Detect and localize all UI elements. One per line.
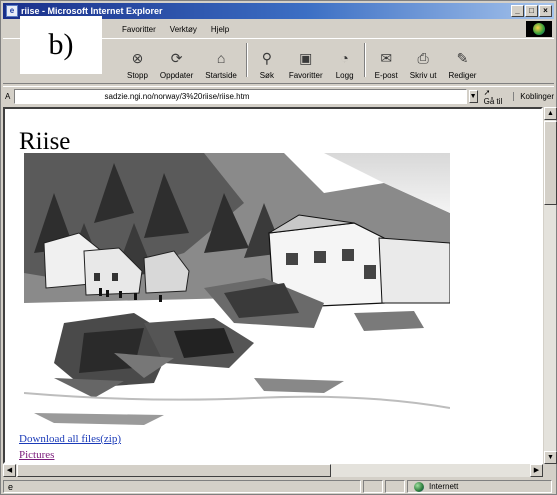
menu-favorites[interactable]: Favoritter (115, 25, 163, 34)
refresh-label: Oppdater (159, 71, 194, 80)
go-label: Gå til (483, 96, 503, 106)
status-lock-cell (385, 480, 405, 493)
window-title: riise - Microsoft Internet Explorer (21, 6, 163, 16)
go-arrow-icon: ➚ (483, 87, 491, 97)
stop-icon: ⊗ (131, 49, 144, 66)
refresh-button[interactable]: ⟳ Oppdater (159, 48, 194, 81)
address-dropdown-button[interactable]: ▼ (468, 90, 478, 103)
scroll-up-button[interactable]: ▲ (544, 107, 557, 120)
pictures-link[interactable]: Pictures (19, 449, 54, 461)
search-button[interactable]: ⚲ Søk (257, 48, 277, 81)
edit-label: Rediger (448, 71, 477, 80)
page-status-icon: e (8, 481, 14, 492)
window-controls: _ □ × (511, 5, 552, 17)
favorites-button[interactable]: ▣ Favoritter (288, 48, 323, 81)
vertical-scrollbar[interactable]: ▲ ▼ (543, 107, 557, 464)
status-progress-cell (363, 480, 383, 493)
refresh-icon: ⟳ (170, 49, 183, 66)
minimize-button[interactable]: _ (511, 5, 524, 17)
mail-label: E-post (374, 71, 398, 80)
ie-throbber-icon (526, 21, 552, 37)
home-button[interactable]: ⌂ Startside (205, 48, 237, 80)
history-button[interactable]: ◔ Logg (335, 48, 355, 80)
go-button[interactable]: ➚ Gå til (484, 88, 504, 106)
search-icon: ⚲ (261, 49, 272, 66)
toolbar-separator (245, 42, 248, 77)
home-label: Startside (205, 71, 237, 80)
mail-button[interactable]: ✉ E-post (374, 48, 398, 81)
horizontal-scrollbar[interactable]: ◀ ▶ (3, 464, 543, 477)
edit-icon: ✎ (456, 49, 469, 66)
address-input[interactable]: sadzie.ngi.no/norway/3%20riise/riise.htm (13, 89, 467, 104)
history-icon: ◔ (340, 50, 349, 66)
toolbar-separator (363, 42, 366, 77)
zone-label: Internett (429, 482, 459, 491)
favorites-label: Favoritter (288, 71, 323, 80)
figure-panel-label: b) (20, 16, 102, 74)
ie-icon: e (6, 5, 18, 17)
browser-window: e riise - Microsoft Internet Explorer _ … (0, 0, 557, 495)
mail-icon: ✉ (380, 49, 393, 66)
print-button[interactable]: ⎙ Skriv ut (409, 48, 437, 81)
scroll-left-button[interactable]: ◀ (3, 464, 16, 477)
maximize-button[interactable]: □ (525, 5, 538, 17)
scroll-down-button[interactable]: ▼ (544, 451, 557, 464)
home-icon: ⌂ (216, 50, 226, 66)
vertical-scroll-thumb[interactable] (544, 121, 557, 205)
close-button[interactable]: × (539, 5, 552, 17)
internet-zone-icon (414, 481, 424, 492)
stop-label: Stopp (127, 71, 148, 80)
menu-tools[interactable]: Verktøy (163, 25, 204, 34)
address-label: A (5, 92, 11, 101)
edit-button[interactable]: ✎ Rediger (448, 48, 477, 81)
address-bar: A sadzie.ngi.no/norway/3%20riise/riise.h… (3, 86, 554, 106)
favorites-icon: ▣ (299, 49, 313, 66)
print-label: Skriv ut (409, 71, 437, 80)
stop-button[interactable]: ⊗ Stopp (127, 48, 148, 81)
print-icon: ⎙ (417, 49, 429, 66)
download-zip-link[interactable]: Download all files(zip) (19, 433, 121, 445)
page-content: Riise Download all files(zip) Pictures (3, 107, 543, 464)
address-url: sadzie.ngi.no/norway/3%20riise/riise.htm (104, 92, 250, 101)
page-title: Riise (19, 128, 71, 155)
history-label: Logg (335, 71, 354, 80)
menu-help[interactable]: Hjelp (204, 25, 236, 34)
status-zone-cell: Internett (407, 480, 552, 493)
status-text-cell: e (3, 480, 361, 493)
status-bar: e Internett (3, 479, 554, 494)
scroll-right-button[interactable]: ▶ (530, 464, 543, 477)
search-label: Søk (259, 71, 274, 80)
horizontal-scroll-thumb[interactable] (17, 464, 331, 477)
avalanche-damage-photo (24, 153, 450, 433)
links-button[interactable]: Koblinger (513, 92, 554, 101)
